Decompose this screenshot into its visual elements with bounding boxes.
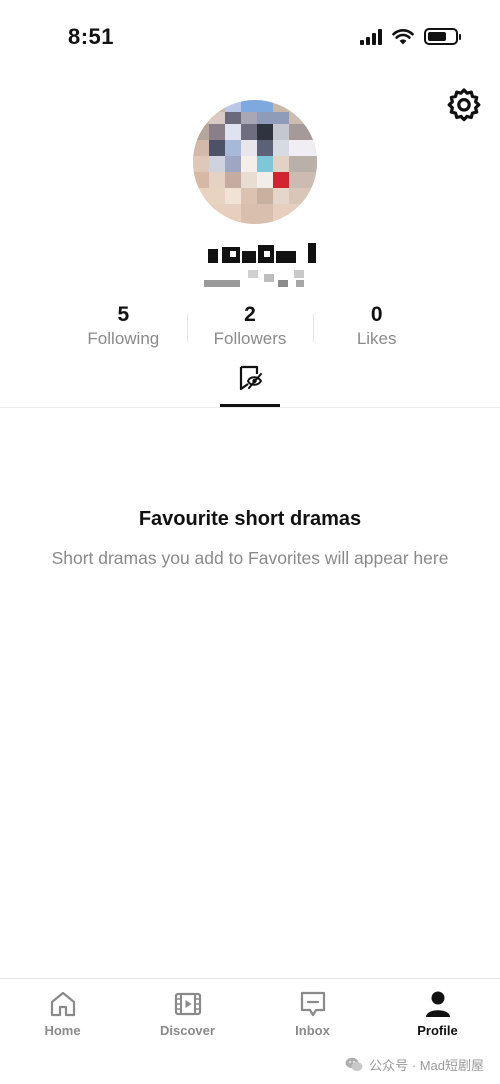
- stat-label: Following: [87, 329, 160, 348]
- stat-value: 2: [244, 303, 256, 326]
- empty-state-title: Favourite short dramas: [138, 508, 362, 530]
- nav-label: Profile: [417, 1023, 458, 1038]
- settings-gear-icon[interactable]: [446, 86, 482, 122]
- stat-value: 5: [117, 303, 130, 326]
- nav-label: Discover: [160, 1023, 215, 1038]
- stat-value: 0: [370, 303, 383, 326]
- status-icons: [360, 28, 461, 45]
- stat-label: Followers: [213, 329, 287, 348]
- nav-label: Home: [44, 1023, 81, 1038]
- stat-label: Likes: [356, 329, 397, 348]
- message-icon: [300, 991, 325, 1017]
- wifi-icon: [392, 29, 414, 45]
- stat-following[interactable]: 5 Following: [60, 302, 187, 352]
- watermark: 公众号 · Mad短剧屋: [345, 1055, 484, 1074]
- avatar[interactable]: [193, 100, 317, 224]
- wechat-icon: [345, 1057, 363, 1071]
- status-bar: 8:51: [0, 0, 500, 70]
- user-handle-redacted: [204, 270, 304, 287]
- cellular-signal-icon: [360, 28, 382, 45]
- nav-label: Inbox: [295, 1023, 330, 1038]
- film-icon: [174, 992, 201, 1016]
- username-redacted: [208, 243, 316, 263]
- watermark-text: 公众号 · Mad短剧屋: [369, 1058, 484, 1073]
- stat-likes[interactable]: 0 Likes: [313, 302, 440, 352]
- nav-discover[interactable]: Discover: [125, 979, 250, 1084]
- profile-stats: 5 Following 2 Followers 0 Likes: [60, 302, 440, 352]
- person-icon: [425, 991, 450, 1017]
- bookmark-icon: [239, 365, 263, 391]
- empty-state-subtitle: Short dramas you add to Favorites will a…: [51, 548, 449, 568]
- divider: [0, 407, 500, 408]
- stat-followers[interactable]: 2 Followers: [186, 302, 314, 352]
- status-time: 8:51: [68, 24, 115, 49]
- home-icon: [50, 991, 75, 1017]
- tab-favorites[interactable]: [220, 364, 280, 408]
- battery-icon: [424, 28, 461, 45]
- nav-home[interactable]: Home: [0, 979, 125, 1084]
